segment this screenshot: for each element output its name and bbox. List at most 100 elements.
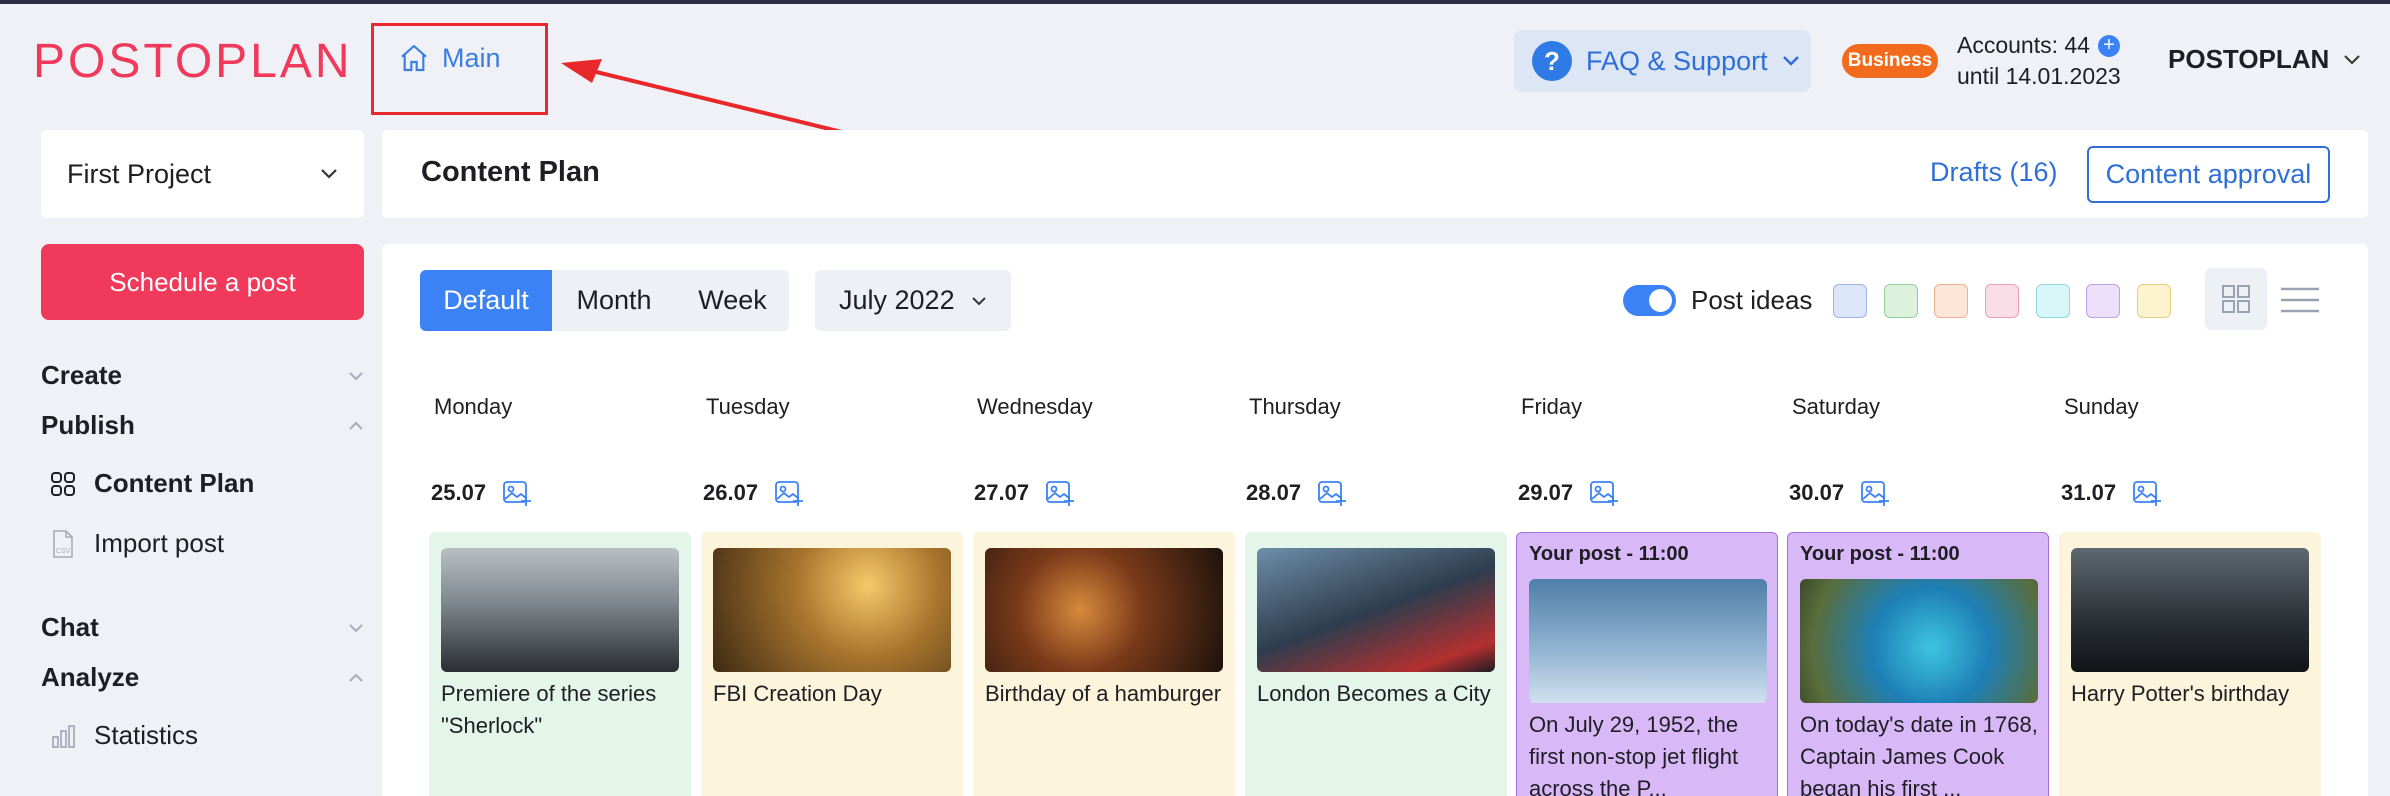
bar-chart-icon [52,724,75,748]
main-nav-link[interactable]: Main [398,42,501,74]
sidebar-section-publish[interactable]: Publish [41,410,364,441]
color-filter-pink[interactable] [1985,284,2019,318]
add-image-icon[interactable] [2132,478,2162,508]
view-week-tab[interactable]: Week [676,270,789,331]
home-icon [401,44,427,72]
accounts-info: Accounts: 44 + until 14.01.2023 [1957,30,2121,92]
list-view-button[interactable] [2281,285,2319,320]
chevron-down-icon [1782,56,1799,66]
card-caption: On July 29, 1952, the first non-stop jet… [1529,712,1739,796]
add-image-icon[interactable] [1589,478,1619,508]
project-selector[interactable]: First Project [41,130,364,218]
post-idea-card[interactable]: Harry Potter's birthday [2059,532,2321,796]
color-filter-orange[interactable] [1934,284,1968,318]
card-caption: On today's date in 1768, Captain James C… [1800,712,2038,796]
section-label: Create [41,360,122,390]
csv-file-icon: CSV [53,529,73,558]
add-image-icon[interactable] [774,478,804,508]
content-header-panel: Content Plan [382,130,2368,218]
add-image-icon[interactable] [1317,478,1347,508]
add-image-icon[interactable] [1045,478,1075,508]
section-label: Publish [41,410,135,440]
sidebar-section-chat[interactable]: Chat [41,612,364,643]
user-menu[interactable]: POSTOPLAN [2168,44,2361,75]
view-month-tab[interactable]: Month [552,270,676,331]
chevron-down-icon [349,623,363,632]
schedule-post-button[interactable]: Schedule a post [41,244,364,320]
date-label: 29.07 [1518,480,1574,505]
day-date: 31.07 [2061,478,2162,508]
main-nav-label: Main [442,42,501,73]
add-image-icon[interactable] [1860,478,1890,508]
color-filter-cyan[interactable] [2036,284,2070,318]
question-icon: ? [1532,41,1572,81]
postoplan-logo[interactable]: POSTOPLAN [33,36,353,88]
sidebar-item-label: Statistics [94,720,199,750]
sidebar-item-label: Import post [94,528,225,558]
card-image [2071,548,2309,672]
color-filter-blue[interactable] [1833,284,1867,318]
card-image [985,548,1223,672]
card-image [1800,579,2038,703]
post-time-header: Your post - 11:00 [1529,543,1689,565]
chevron-down-icon [321,169,337,179]
color-filter-purple[interactable] [2086,284,2120,318]
section-label: Chat [41,612,99,642]
view-switcher: Default Month Week [420,270,789,331]
add-account-icon[interactable]: + [2097,35,2120,57]
day-date: 30.07 [1789,478,1890,508]
drafts-link[interactable]: Drafts (16) [1930,157,2058,188]
faq-label: FAQ & Support [1586,45,1768,76]
post-ideas-toggle[interactable] [1623,285,1676,316]
date-label: 27.07 [974,480,1030,505]
grid-icon [51,471,75,496]
color-filter-yellow[interactable] [2137,284,2171,318]
day-date: 26.07 [703,478,804,508]
accounts-count: Accounts: 44 [1957,32,2090,58]
grid-view-icon [2222,285,2250,313]
sidebar-section-analyze[interactable]: Analyze [41,662,364,693]
card-image [441,548,679,672]
day-date: 25.07 [431,478,532,508]
faq-support-button[interactable]: ? FAQ & Support [1514,30,1811,92]
sidebar-item-label: Content Plan [94,468,255,498]
date-label: 31.07 [2061,480,2117,505]
card-caption: Birthday of a hamburger [985,681,1222,706]
post-idea-card[interactable]: London Becomes a City [1245,532,1507,796]
sidebar-item-statistics[interactable]: Statistics [50,720,198,751]
date-label: 30.07 [1789,480,1845,505]
day-name: Thursday [1249,394,1341,419]
scheduled-post-card[interactable]: Your post - 11:00 On July 29, 1952, the … [1516,532,1778,796]
add-image-icon[interactable] [502,478,532,508]
date-label: 25.07 [431,480,487,505]
list-view-icon [2281,287,2319,313]
day-name: Tuesday [706,394,790,419]
day-name: Sunday [2064,394,2139,419]
post-idea-card[interactable]: Premiere of the series "Sherlock" [429,532,691,796]
period-selector[interactable]: July 2022 [815,270,1011,331]
view-default-tab[interactable]: Default [420,270,552,331]
post-idea-card[interactable]: FBI Creation Day [701,532,963,796]
sidebar-item-content-plan[interactable]: Content Plan [50,468,254,499]
sidebar-item-import-post[interactable]: CSV Import post [50,528,224,559]
grid-view-button[interactable] [2205,268,2267,330]
color-filter-green[interactable] [1884,284,1918,318]
svg-text:CSV: CSV [56,548,71,555]
page-title: Content Plan [421,156,600,188]
content-approval-button[interactable]: Content approval [2087,146,2330,203]
card-caption: Premiere of the series "Sherlock" [441,681,657,738]
post-idea-card[interactable]: Birthday of a hamburger [973,532,1235,796]
day-date: 29.07 [1518,478,1619,508]
card-caption: Harry Potter's birthday [2071,681,2290,706]
date-label: 28.07 [1246,480,1302,505]
post-time-header: Your post - 11:00 [1800,543,1960,565]
post-ideas-label: Post ideas [1691,285,1813,315]
day-name: Friday [1521,394,1583,419]
section-label: Analyze [41,662,140,692]
scheduled-post-card[interactable]: Your post - 11:00 On today's date in 176… [1787,532,2049,796]
accounts-until: until 14.01.2023 [1957,63,2121,89]
card-caption: London Becomes a City [1257,681,1491,706]
day-date: 28.07 [1246,478,1347,508]
sidebar-section-create[interactable]: Create [41,360,364,391]
day-date: 27.07 [974,478,1075,508]
